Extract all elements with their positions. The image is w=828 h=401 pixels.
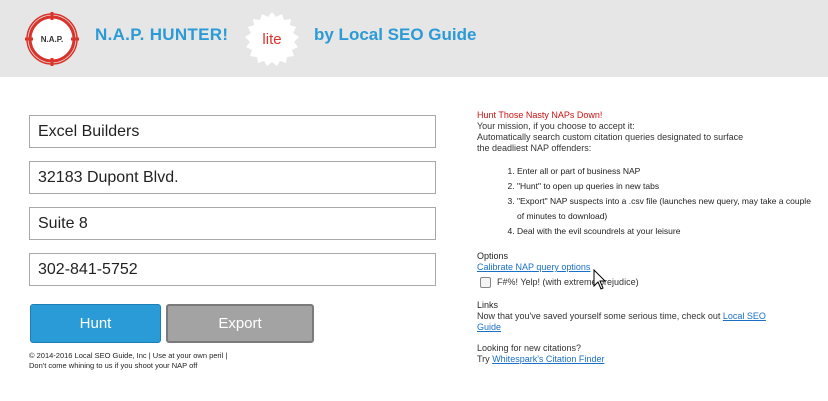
options-label: Options	[477, 251, 509, 261]
logo-text: N.A.P.	[41, 35, 64, 44]
info-panel: Hunt Those Nasty NAPs Down! Your mission…	[477, 110, 817, 365]
saved-time-text: Now that you've saved yourself some seri…	[477, 311, 777, 333]
step-item: "Hunt" to open up queries in new tabs	[517, 179, 817, 194]
step-item: Enter all or part of business NAP	[517, 164, 817, 179]
mission-line2: Automatically search custom citation que…	[477, 132, 744, 142]
calibrate-options-link[interactable]: Calibrate NAP query options	[477, 262, 590, 272]
app-title: N.A.P. HUNTER!	[95, 25, 229, 44]
address-line2-input[interactable]	[29, 207, 436, 240]
saved-time-sentence: Now that you've saved yourself some seri…	[477, 311, 721, 321]
links-label: Links	[477, 300, 499, 310]
copyright-line2: Don't come whining to us if you shoot yo…	[29, 361, 198, 370]
export-button[interactable]: Export	[166, 304, 314, 343]
app-header: N.A.P. N.A.P. HUNTER! lite by Local SEO …	[0, 0, 828, 77]
whitespark-row: Try Whitespark's Citation Finder	[477, 354, 817, 365]
mouse-pointer-icon	[593, 269, 607, 290]
try-text: Try	[477, 354, 490, 364]
steps-list: Enter all or part of business NAP "Hunt"…	[477, 164, 817, 239]
yelp-checkbox-label[interactable]: F#%! Yelp! (with extreme prejudice)	[497, 277, 639, 288]
info-heading: Hunt Those Nasty NAPs Down!	[477, 110, 603, 120]
mission-line1: Your mission, if you choose to accept it…	[477, 121, 635, 131]
step-item: "Export" NAP suspects into a .csv file (…	[517, 194, 817, 224]
looking-text: Looking for new citations?	[477, 343, 582, 353]
address-line1-input[interactable]	[29, 161, 436, 194]
yelp-checkbox-row[interactable]: F#%! Yelp! (with extreme prejudice)	[477, 277, 817, 288]
business-name-input[interactable]	[29, 115, 436, 148]
mission-line3: the deadliest NAP offenders:	[477, 143, 592, 153]
crosshair-logo-icon: N.A.P.	[25, 12, 79, 66]
lite-badge: lite	[245, 12, 299, 66]
hunt-button[interactable]: Hunt	[30, 304, 161, 343]
phone-input[interactable]	[29, 253, 436, 286]
step-item: Deal with the evil scoundrels at your le…	[517, 224, 817, 239]
app-subtitle: by Local SEO Guide	[314, 25, 477, 44]
lite-badge-text: lite	[262, 31, 281, 48]
yelp-checkbox[interactable]	[480, 277, 491, 288]
copyright-line1: © 2014-2016 Local SEO Guide, Inc | Use a…	[29, 351, 228, 360]
copyright-notice: © 2014-2016 Local SEO Guide, Inc | Use a…	[29, 351, 329, 371]
whitespark-citation-finder-link[interactable]: Whitespark's Citation Finder	[492, 354, 604, 364]
